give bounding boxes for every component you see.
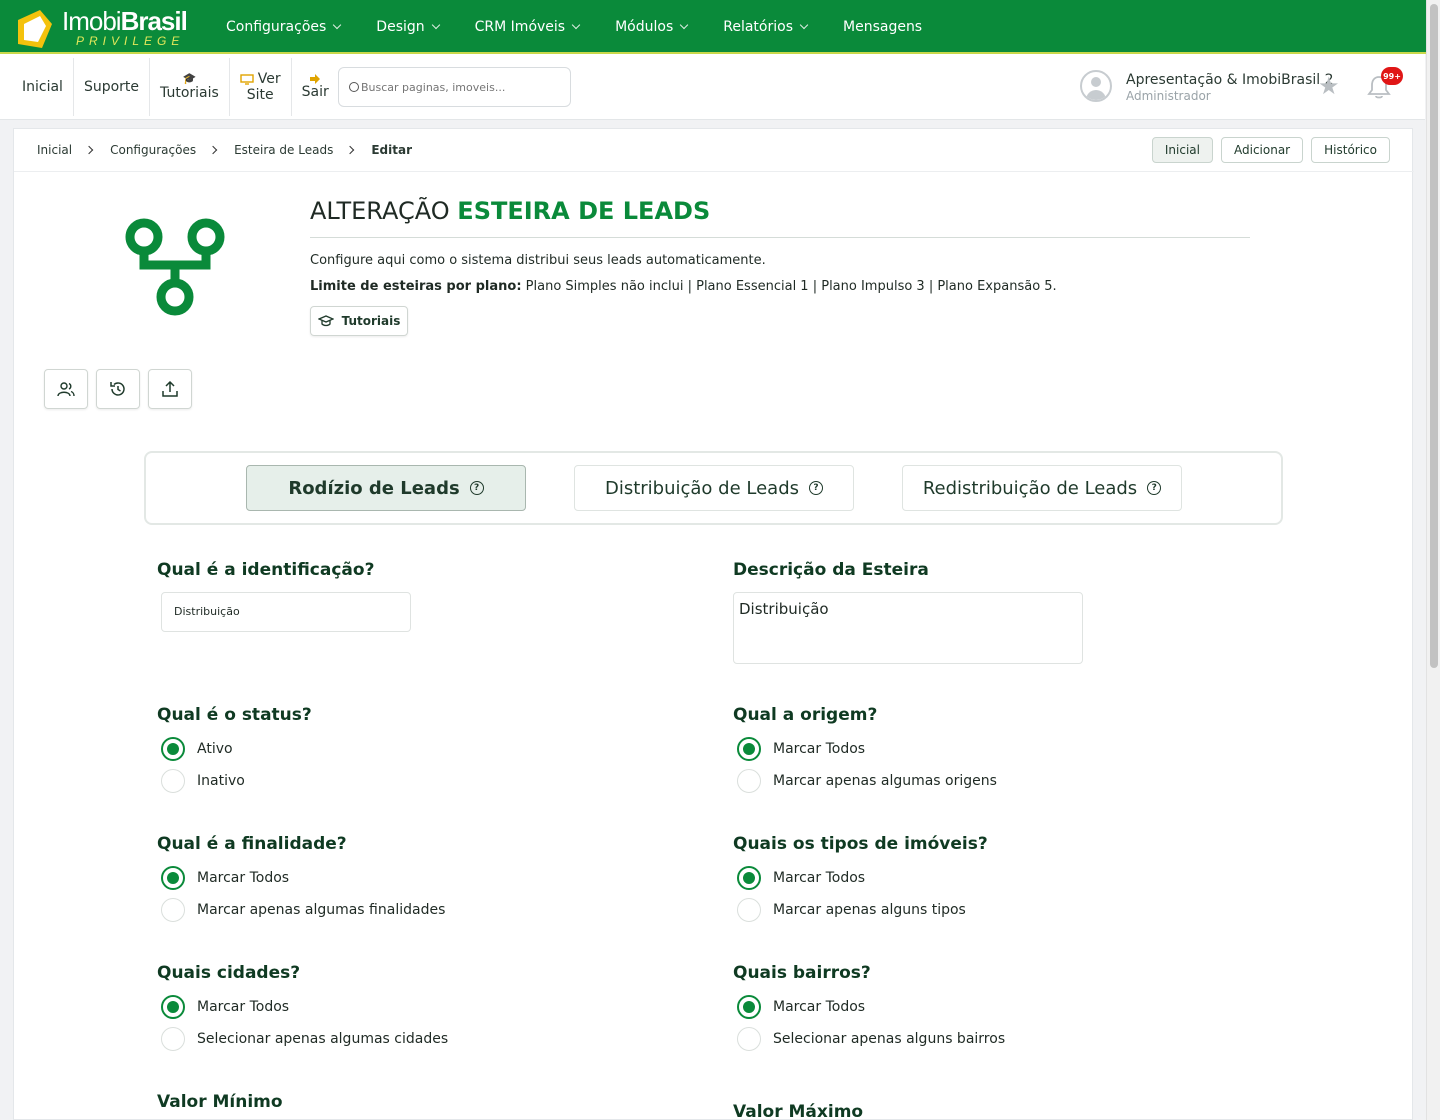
logout-icon <box>310 74 321 84</box>
tipos-todos-radio[interactable]: Marcar Todos <box>737 866 865 890</box>
status-label: Qual é o status? <box>157 705 312 725</box>
action-buttons <box>44 369 192 409</box>
status-inativo-radio[interactable]: Inativo <box>161 769 245 793</box>
status-ativo-radio[interactable]: Ativo <box>161 737 233 761</box>
cidades-label: Quais cidades? <box>157 963 301 983</box>
menu-modulos[interactable]: Módulos <box>597 19 705 35</box>
main-panel: Inicial Configurações Esteira de Leads E… <box>13 128 1414 1120</box>
tipos-alguns-radio[interactable]: Marcar apenas alguns tipos <box>737 898 966 922</box>
origem-algumas-radio[interactable]: Marcar apenas algumas origens <box>737 769 997 793</box>
identificacao-input[interactable]: Distribuição <box>161 592 411 632</box>
finalidade-todos-radio[interactable]: Marcar Todos <box>161 866 289 890</box>
secondary-toolbar: Inicial Suporte 🎓 Tutoriais Ver Site Sai… <box>0 54 1425 120</box>
link-inicial[interactable]: Inicial <box>12 58 74 116</box>
chevron-down-icon <box>431 20 440 30</box>
chevron-down-icon <box>333 20 342 30</box>
breadcrumb-editar: Editar <box>371 143 412 157</box>
bairros-alguns-radio[interactable]: Selecionar apenas alguns bairros <box>737 1027 1005 1051</box>
chevron-right-icon <box>208 145 218 155</box>
page-description: Configure aqui como o sistema distribui … <box>310 253 766 268</box>
origem-label: Qual a origem? <box>733 705 878 725</box>
notification-badge: 99+ <box>1381 67 1403 85</box>
inicial-button[interactable]: Inicial <box>1151 137 1213 163</box>
link-sair[interactable]: Sair <box>292 58 339 116</box>
valor-minimo-label: Valor Mínimo <box>157 1092 283 1112</box>
users-icon <box>57 382 75 397</box>
chevron-down-icon <box>799 20 809 30</box>
logo-icon <box>18 10 52 48</box>
search-icon <box>349 82 359 92</box>
menu-mensagens[interactable]: Mensagens <box>825 19 940 35</box>
breadcrumb-esteira[interactable]: Esteira de Leads <box>234 143 333 157</box>
history-icon <box>110 382 125 396</box>
user-name: Apresentação & ImobiBrasil 2 <box>1126 72 1334 88</box>
menu-configuracoes[interactable]: Configurações <box>208 19 358 35</box>
chevron-right-icon <box>84 145 94 155</box>
descricao-textarea[interactable]: Distribuição <box>733 592 1083 664</box>
user-role: Administrador <box>1126 89 1211 103</box>
title-divider <box>310 237 1250 238</box>
tab-distribuicao-de-leads[interactable]: Distribuição de Leads? <box>574 465 854 511</box>
search-bar[interactable] <box>338 67 571 107</box>
scrollbar-thumb[interactable] <box>1430 4 1438 668</box>
tabs-container: Rodízio de Leads? Distribuição de Leads?… <box>144 451 1283 525</box>
breadcrumb-actions: Inicial Adicionar Histórico <box>1151 137 1390 163</box>
quick-links: Inicial Suporte 🎓 Tutoriais Ver Site Sai… <box>12 58 339 116</box>
adicionar-button[interactable]: Adicionar <box>1221 137 1304 163</box>
link-ver-site[interactable]: Ver Site <box>230 58 292 116</box>
chevron-down-icon <box>680 20 689 30</box>
tab-redistribuicao-de-leads[interactable]: Redistribuição de Leads? <box>902 465 1182 511</box>
origem-todos-radio[interactable]: Marcar Todos <box>737 737 865 761</box>
lead-flow-icon <box>125 218 225 316</box>
menu-relatorios[interactable]: Relatórios <box>705 19 825 35</box>
breadcrumb-bar: Inicial Configurações Esteira de Leads E… <box>14 129 1414 172</box>
export-button[interactable] <box>148 369 192 409</box>
monitor-icon <box>240 73 254 85</box>
breadcrumb: Inicial Configurações Esteira de Leads E… <box>37 143 412 157</box>
link-suporte[interactable]: Suporte <box>74 58 151 116</box>
chevron-right-icon <box>346 145 355 155</box>
descricao-label: Descrição da Esteira <box>733 560 929 580</box>
tipos-label: Quais os tipos de imóveis? <box>733 834 988 854</box>
chevron-down-icon <box>571 20 581 30</box>
main-menu: Configurações Design CRM Imóveis Módulos… <box>208 0 940 54</box>
menu-design[interactable]: Design <box>358 19 456 35</box>
identificacao-label: Qual é a identificação? <box>157 560 375 580</box>
users-button[interactable] <box>44 369 88 409</box>
page-title: ALTERAÇÃO ESTEIRA DE LEADS <box>310 197 711 225</box>
search-input[interactable] <box>361 80 561 94</box>
help-icon[interactable]: ? <box>469 481 484 495</box>
tab-rodizio-de-leads[interactable]: Rodízio de Leads? <box>246 465 526 511</box>
user-menu[interactable]: Apresentação & ImobiBrasil 2 Administrad… <box>1080 70 1334 106</box>
logo-text: ImobiBrasil <box>62 6 188 36</box>
bairros-label: Quais bairros? <box>733 963 871 983</box>
link-tutoriais[interactable]: 🎓 Tutoriais <box>150 58 230 116</box>
top-navbar: ImobiBrasil PRIVILEGE Configurações Desi… <box>0 0 1440 54</box>
help-icon[interactable]: ? <box>809 481 824 495</box>
history-button[interactable] <box>96 369 140 409</box>
cidades-algumas-radio[interactable]: Selecionar apenas algumas cidades <box>161 1027 448 1051</box>
graduation-cap-icon <box>317 315 334 327</box>
favorite-star-icon[interactable]: ★ <box>1318 72 1340 100</box>
logo-tagline: PRIVILEGE <box>76 34 185 48</box>
finalidade-label: Qual é a finalidade? <box>157 834 347 854</box>
avatar <box>1080 70 1112 102</box>
bairros-todos-radio[interactable]: Marcar Todos <box>737 995 865 1019</box>
cidades-todos-radio[interactable]: Marcar Todos <box>161 995 289 1019</box>
valor-maximo-label: Valor Máximo <box>733 1102 864 1120</box>
upload-icon <box>162 380 178 397</box>
tutoriais-button[interactable]: Tutoriais <box>310 306 408 336</box>
page-scrollbar[interactable] <box>1426 0 1440 1120</box>
breadcrumb-configuracoes[interactable]: Configurações <box>110 143 196 157</box>
plan-limits: Limite de esteiras por plano: Plano Simp… <box>310 279 1057 294</box>
menu-crm-imoveis[interactable]: CRM Imóveis <box>457 19 597 35</box>
historico-button[interactable]: Histórico <box>1311 137 1390 163</box>
brand-logo[interactable]: ImobiBrasil PRIVILEGE <box>12 4 192 50</box>
help-icon[interactable]: ? <box>1147 481 1162 495</box>
finalidade-algumas-radio[interactable]: Marcar apenas algumas finalidades <box>161 898 445 922</box>
breadcrumb-inicial[interactable]: Inicial <box>37 143 72 157</box>
graduation-cap-icon: 🎓 <box>182 72 197 85</box>
